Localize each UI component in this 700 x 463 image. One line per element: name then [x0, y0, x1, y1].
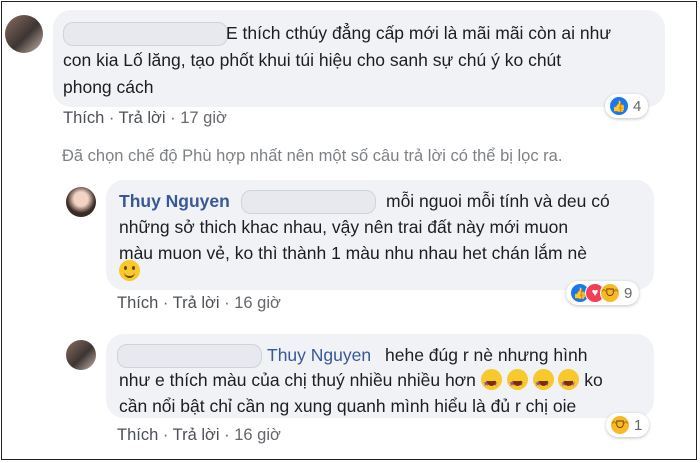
haha-icon: ᵔᗜᵔ [610, 415, 630, 435]
blurred-mention [241, 190, 376, 214]
reaction-summary[interactable]: ᵔᗜᵔ 1 [606, 413, 650, 437]
filter-notice: Đã chọn chế độ Phù hợp nhất nên một số c… [62, 147, 563, 165]
comment-text-line: màu muon vẻ, ko thì thành 1 màu nhu nhau… [119, 243, 587, 263]
blurred-author-name [63, 22, 228, 46]
reaction-summary[interactable]: 👍 4 [605, 94, 649, 118]
comment-text-line: mỗi nguoi mỗi tính và deu có [386, 191, 610, 211]
separator: · [224, 426, 235, 444]
comment-text: như e thích màu của chị thuý nhiều nhiều… [119, 370, 476, 390]
avatar[interactable] [66, 340, 96, 370]
comment-text-line [119, 259, 140, 283]
separator: · [162, 294, 173, 312]
reaction-count: 9 [624, 284, 633, 302]
star-struck-emoji [480, 369, 502, 396]
star-struck-emoji [532, 369, 554, 396]
avatar[interactable] [66, 187, 96, 217]
comment-text-line: hehe đúg r nè nhưng hình [385, 345, 588, 365]
like-link[interactable]: Thích [117, 294, 158, 312]
avatar[interactable] [5, 15, 43, 53]
timestamp[interactable]: 16 giờ [234, 426, 281, 444]
comment-text-line: E thích cthúy đẳng cấp mới là mãi mãi cò… [226, 23, 612, 43]
star-struck-emoji [558, 369, 580, 396]
separator: · [170, 109, 181, 127]
blurred-author-name [117, 344, 262, 368]
separator: · [162, 426, 173, 444]
reaction-count: 1 [634, 416, 643, 434]
reply-link[interactable]: Trả lời [173, 426, 220, 444]
reaction-count: 4 [633, 97, 642, 115]
comment-author[interactable]: Thuy Nguyen [119, 189, 230, 213]
comment-actions: Thích · Trả lời · 17 giờ [63, 109, 227, 128]
reaction-summary[interactable]: 👍 ♥ ᵔᗜᵔ 9 [566, 281, 640, 305]
comment-text-line: như e thích màu của chị thuý nhiều nhiều… [119, 368, 603, 396]
like-link[interactable]: Thích [63, 109, 104, 127]
comment-text: ko [584, 370, 603, 390]
star-struck-emoji [506, 369, 528, 396]
separator: · [224, 294, 235, 312]
haha-icon: ᵔᗜᵔ [600, 283, 620, 303]
comment-text-line: cần nổi bật chỉ cần ng xung quanh mình h… [119, 396, 577, 416]
like-link[interactable]: Thích [117, 426, 158, 444]
reply-link[interactable]: Trả lời [119, 109, 166, 127]
comment-actions: Thích · Trả lời · 16 giờ [117, 426, 281, 445]
comment-text-line: con kia Lố lăng, tạo phốt khui túi hiệu … [63, 50, 562, 70]
like-icon: 👍 [609, 96, 629, 116]
comment-text-line: phong cách [63, 77, 154, 97]
smile-emoji [119, 260, 140, 281]
timestamp[interactable]: 16 giờ [234, 294, 281, 312]
timestamp[interactable]: 17 giờ [180, 109, 227, 127]
separator: · [108, 109, 119, 127]
reply-link[interactable]: Trả lời [173, 294, 220, 312]
mention-link[interactable]: Thuy Nguyen [267, 343, 371, 367]
comment-text-line: những sở thich khac nhau, vậy nên trai đ… [119, 217, 569, 237]
comment-actions: Thích · Trả lời · 16 giờ [117, 294, 281, 313]
